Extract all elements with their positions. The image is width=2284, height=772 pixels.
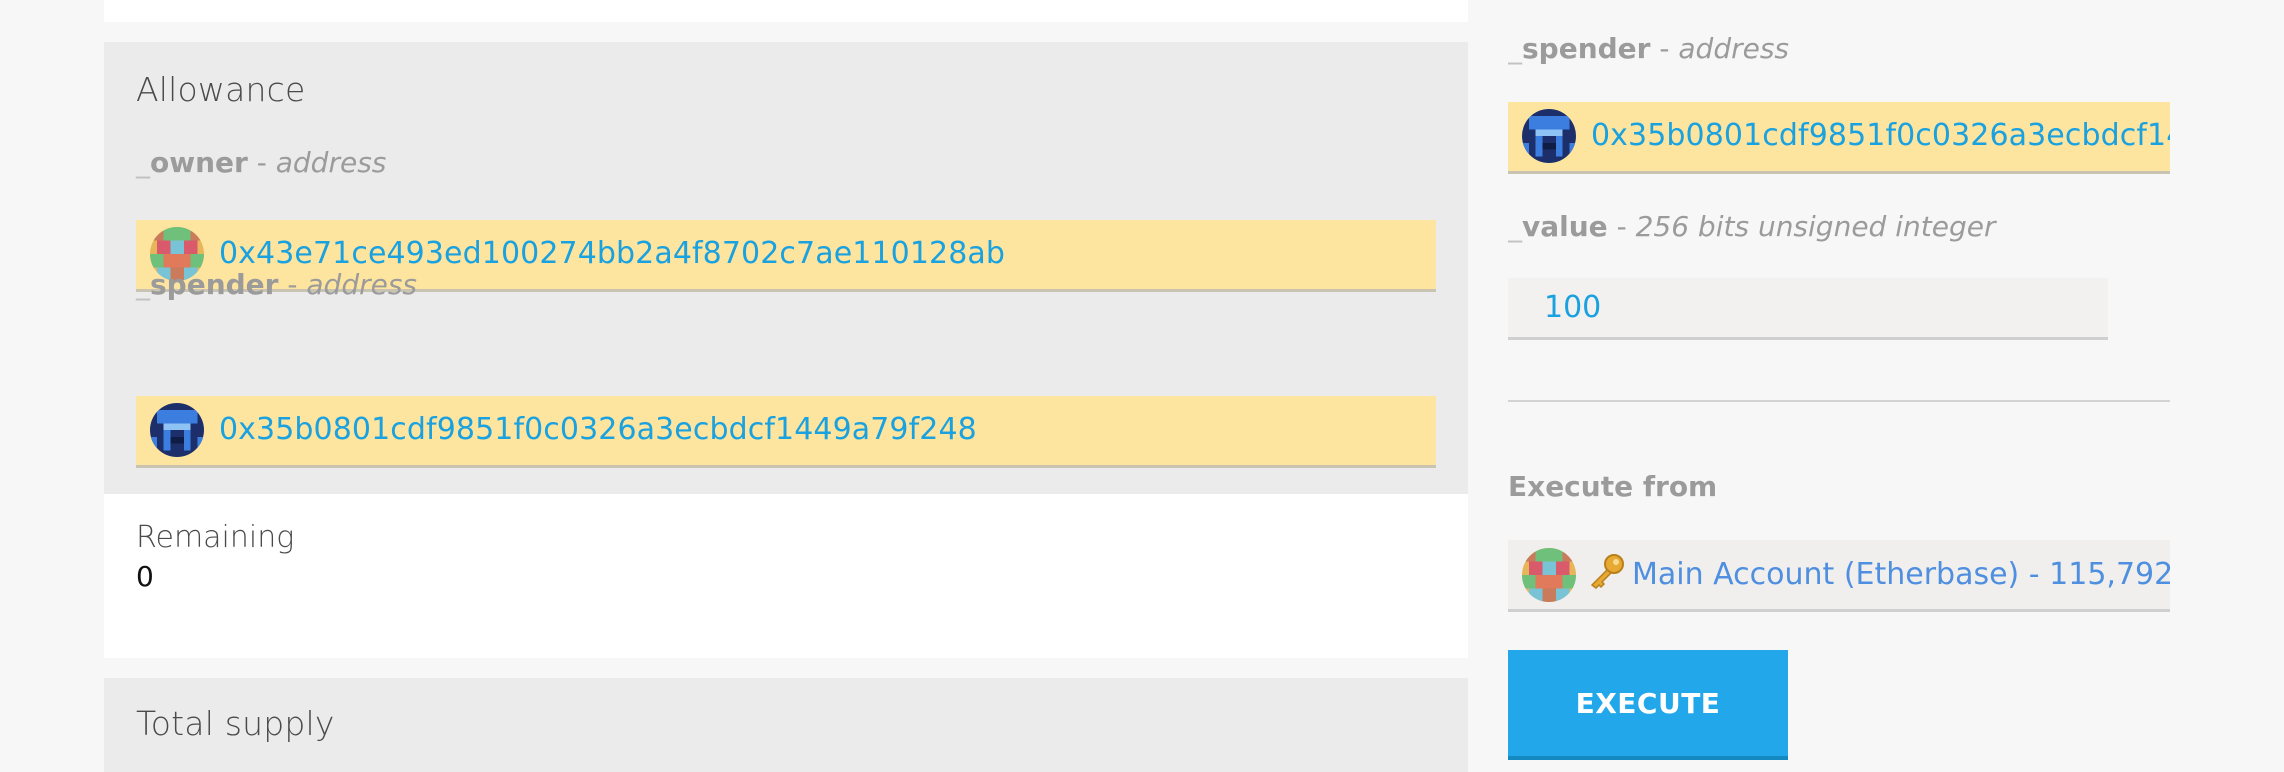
spender-prefix: _ <box>136 268 150 301</box>
approve-spender-separator: - <box>1650 32 1679 65</box>
owner-separator: - <box>247 146 276 179</box>
approve-spender-type: address <box>1678 32 1790 65</box>
value-param-type: 256 bits unsigned integer <box>1635 210 1996 243</box>
value-input[interactable] <box>1508 278 2108 340</box>
approve-spender-prefix: _ <box>1508 32 1522 65</box>
contract-interaction-page: Allowance _owner - address 0x43e71ce493e… <box>0 0 2284 772</box>
execute-from-label: Execute from <box>1508 470 1718 503</box>
approve-spender-label: _spender - address <box>1508 32 1789 65</box>
spender-separator: - <box>278 268 307 301</box>
owner-param-type: address <box>275 146 387 179</box>
write-function-panel: _spender - address 0x35b0801cdf9851f0c03… <box>1508 0 2170 772</box>
result-value: 0 <box>136 560 154 593</box>
execute-button[interactable]: EXECUTE <box>1508 650 1788 760</box>
value-prefix: _ <box>1508 210 1522 243</box>
identicon-icon <box>1522 109 1576 163</box>
allowance-card: Allowance _owner - address 0x43e71ce493e… <box>104 42 1468 494</box>
result-label: Remaining <box>136 520 295 555</box>
approve-spender-name: spender <box>1522 32 1651 65</box>
owner-param-label: _owner - address <box>136 146 386 179</box>
spender-param-type: address <box>306 268 418 301</box>
value-param-label: _value - 256 bits unsigned integer <box>1508 210 1995 243</box>
execute-from-account-name: Main Account (Etherbase) - 115,792,0 <box>1632 557 2170 592</box>
owner-address-value: 0x43e71ce493ed100274bb2a4f8702c7ae110128… <box>219 236 1006 271</box>
owner-prefix: _ <box>136 146 150 179</box>
allowance-result: Remaining 0 <box>104 494 1468 658</box>
previous-card-edge <box>104 0 1468 22</box>
spender-param-name: spender <box>150 268 279 301</box>
identicon-icon <box>1522 548 1576 602</box>
read-functions-column: Allowance _owner - address 0x43e71ce493e… <box>104 0 1468 772</box>
value-param-name: value <box>1522 210 1608 243</box>
owner-param-name: owner <box>150 146 248 179</box>
spender-address-value: 0x35b0801cdf9851f0c0326a3ecbdcf1449a79f2… <box>219 412 977 447</box>
approve-spender-value: 0x35b0801cdf9851f0c0326a3ecbdcf1449a79f2… <box>1591 118 2170 153</box>
identicon-icon <box>150 403 204 457</box>
value-separator: - <box>1607 210 1636 243</box>
execute-from-account-select[interactable]: Main Account (Etherbase) - 115,792,0 <box>1508 540 2170 612</box>
divider <box>1508 400 2170 402</box>
approve-spender-input[interactable]: 0x35b0801cdf9851f0c0326a3ecbdcf1449a79f2… <box>1508 102 2170 174</box>
allowance-title: Allowance <box>136 70 306 109</box>
key-icon <box>1588 552 1626 590</box>
total-supply-card: Total supply <box>104 678 1468 772</box>
spender-param-label: _spender - address <box>136 268 417 301</box>
total-supply-title: Total supply <box>136 704 335 743</box>
spender-address-input[interactable]: 0x35b0801cdf9851f0c0326a3ecbdcf1449a79f2… <box>136 396 1436 468</box>
